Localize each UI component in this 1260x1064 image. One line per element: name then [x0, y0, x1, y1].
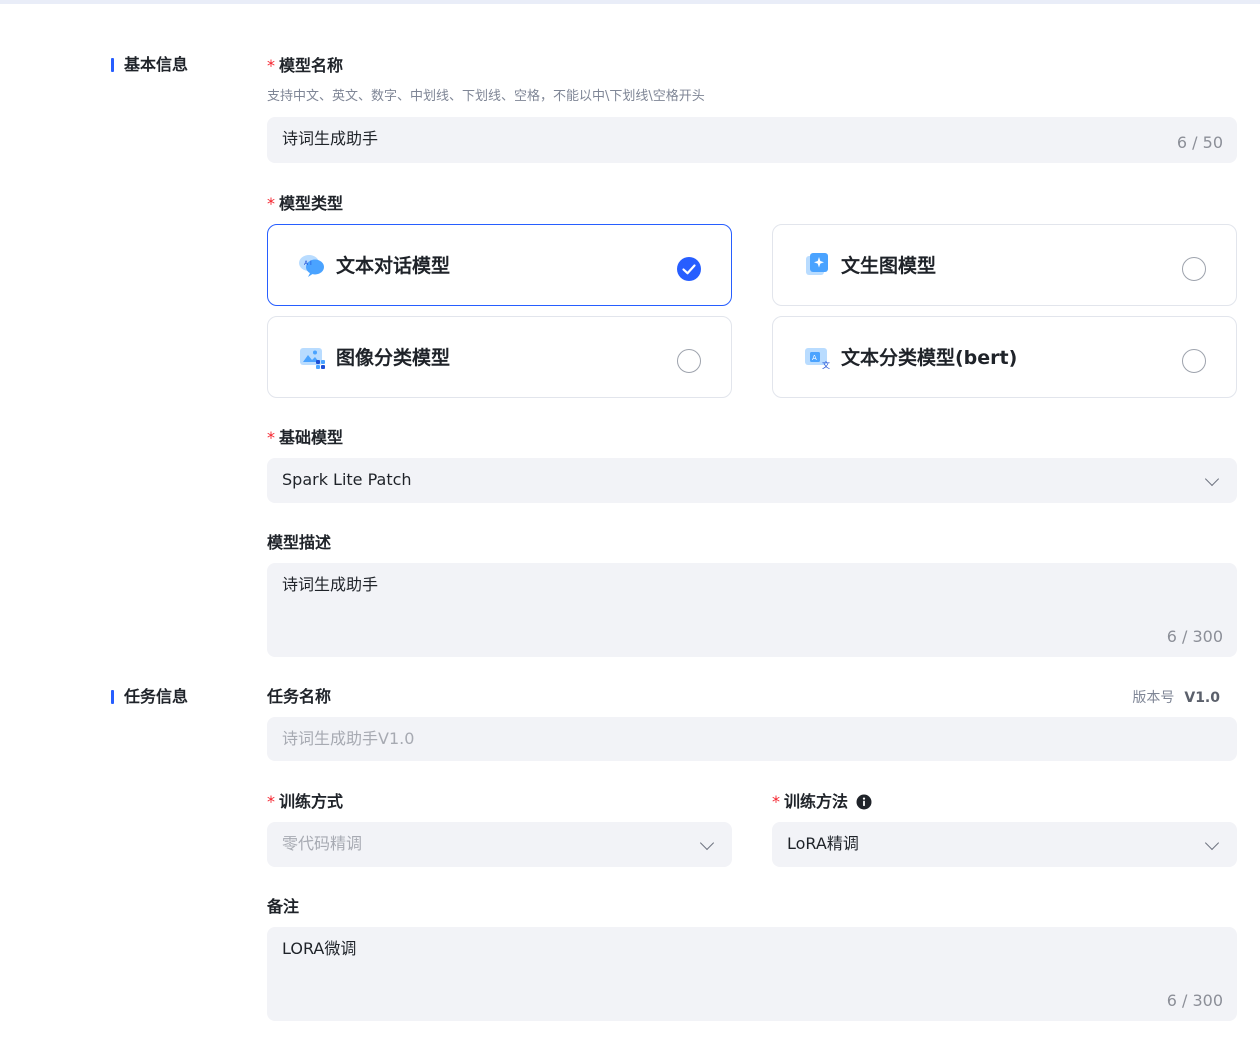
section-marker — [111, 58, 114, 72]
remark-value: LORA微调 — [282, 939, 357, 958]
svg-text:A I: A I — [304, 260, 312, 267]
model-name-label: * 模型名称 — [267, 56, 344, 75]
training-mode-label: * 训练方式 — [267, 792, 344, 811]
model-name-value: 诗词生成助手 — [282, 129, 379, 148]
info-icon[interactable] — [856, 794, 872, 810]
training-method-label: * 训练方法 — [772, 791, 872, 813]
model-type-text-to-image-label: 文生图模型 — [841, 255, 937, 277]
image-classify-icon — [300, 348, 325, 369]
radio-unchecked[interactable] — [677, 349, 701, 373]
chevron-down-icon — [1204, 835, 1220, 851]
text-classify-icon: A 文 — [805, 348, 830, 370]
model-type-card-image-classify[interactable]: 图像分类模型 — [267, 316, 732, 398]
task-name-input[interactable]: 诗词生成助手V1.0 — [267, 717, 1237, 761]
required-asterisk: * — [267, 792, 275, 811]
section-task-info: 任务信息 — [111, 686, 188, 708]
chevron-down-icon — [699, 835, 715, 851]
base-model-label: * 基础模型 — [267, 428, 344, 447]
top-divider — [0, 0, 1260, 4]
chevron-down-icon — [1204, 471, 1220, 487]
description-counter: 6 / 300 — [1166, 627, 1223, 646]
remark-counter: 6 / 300 — [1166, 991, 1223, 1010]
model-type-card-chat[interactable]: A I 文本对话模型 — [267, 224, 732, 306]
model-type-card-text-classify[interactable]: A 文 文本分类模型(bert) — [772, 316, 1237, 398]
section-task-title: 任务信息 — [124, 687, 189, 706]
section-basic-title: 基本信息 — [124, 55, 189, 74]
text-to-image-icon — [806, 253, 828, 275]
training-mode-select[interactable]: 零代码精调 — [267, 822, 732, 867]
model-type-text-classify-label: 文本分类模型(bert) — [841, 347, 1018, 369]
check-icon — [682, 264, 696, 275]
model-type-image-classify-label: 图像分类模型 — [336, 347, 451, 369]
radio-unchecked[interactable] — [1182, 257, 1206, 281]
required-asterisk: * — [772, 792, 780, 811]
model-name-counter: 6 / 50 — [1176, 133, 1223, 152]
model-type-card-text-to-image[interactable]: 文生图模型 — [772, 224, 1237, 306]
base-model-select[interactable]: Spark Lite Patch — [267, 458, 1237, 503]
model-type-label: * 模型类型 — [267, 194, 344, 213]
remark-label: 备注 — [267, 897, 300, 916]
svg-text:A: A — [812, 354, 817, 362]
required-asterisk: * — [267, 56, 275, 75]
model-name-input[interactable]: 诗词生成助手 6 / 50 — [267, 117, 1237, 163]
training-method-value: LoRA精调 — [787, 834, 859, 853]
model-type-chat-label: 文本对话模型 — [336, 255, 451, 277]
base-model-value: Spark Lite Patch — [282, 470, 412, 489]
version-value: V1.0 — [1184, 690, 1220, 706]
description-textarea[interactable]: 诗词生成助手 6 / 300 — [267, 563, 1237, 657]
remark-textarea[interactable]: LORA微调 6 / 300 — [267, 927, 1237, 1021]
description-label: 模型描述 — [267, 533, 332, 552]
section-basic-info: 基本信息 — [111, 54, 188, 76]
section-marker — [111, 690, 114, 704]
required-asterisk: * — [267, 194, 275, 213]
model-name-hint: 支持中文、英文、数字、中划线、下划线、空格，不能以中\下划线\空格开头 — [267, 89, 705, 104]
training-method-select[interactable]: LoRA精调 — [772, 822, 1237, 867]
radio-unchecked[interactable] — [1182, 349, 1206, 373]
radio-checked[interactable] — [677, 257, 701, 281]
svg-text:文: 文 — [822, 360, 830, 370]
training-mode-value: 零代码精调 — [282, 834, 363, 853]
version-label: 版本号 — [1132, 690, 1175, 706]
task-name-placeholder: 诗词生成助手V1.0 — [282, 729, 415, 748]
required-asterisk: * — [267, 428, 275, 447]
chat-ai-icon: A I — [299, 255, 324, 277]
task-name-label: 任务名称 — [267, 687, 332, 706]
version-info: 版本号 V1.0 — [1132, 688, 1220, 708]
description-value: 诗词生成助手 — [282, 575, 379, 594]
